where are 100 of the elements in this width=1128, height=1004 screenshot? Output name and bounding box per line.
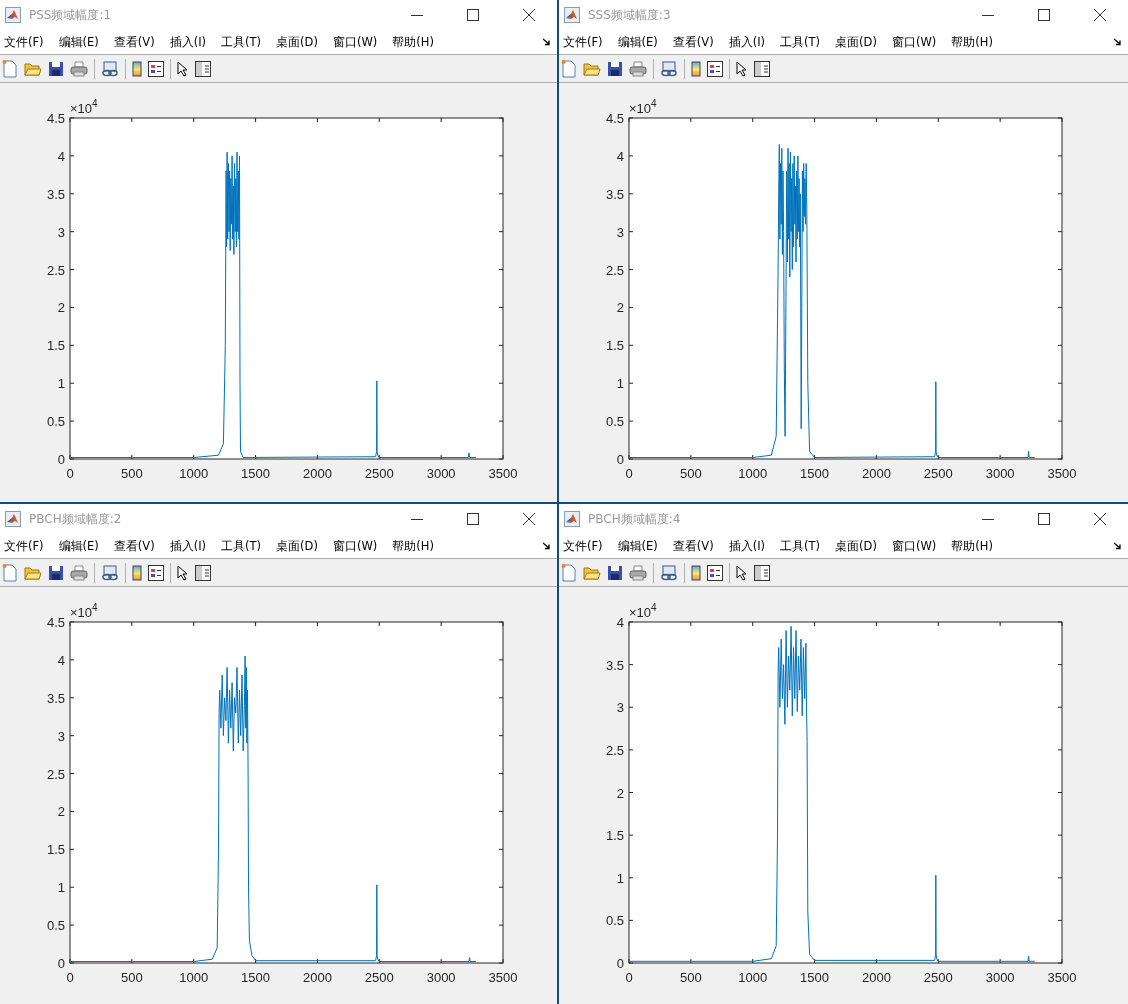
menu-item[interactable]: 帮助(H) xyxy=(392,538,434,554)
colorbar-icon[interactable] xyxy=(132,60,142,77)
link-icon[interactable] xyxy=(660,564,678,581)
new-file-icon[interactable] xyxy=(561,59,577,78)
menu-item[interactable]: 帮助(H) xyxy=(951,538,993,554)
menu-item[interactable]: 文件(F) xyxy=(563,34,603,50)
menu-item[interactable]: 插入(I) xyxy=(169,538,207,554)
tick-label: 3000 xyxy=(985,466,1015,481)
tick-label: 3 xyxy=(57,224,65,240)
tick-label: 4.5 xyxy=(605,111,624,126)
menu-item[interactable]: 工具(T) xyxy=(221,538,262,554)
property-panel-icon[interactable] xyxy=(195,564,211,581)
save-icon[interactable] xyxy=(607,564,623,581)
maximize-icon[interactable] xyxy=(1038,9,1050,21)
pointer-icon[interactable] xyxy=(736,564,748,581)
menu-item[interactable]: 窗口(W) xyxy=(891,538,937,554)
tick-label: 2 xyxy=(616,300,624,316)
open-folder-icon[interactable] xyxy=(583,564,601,581)
menu-item[interactable]: 桌面(D) xyxy=(276,34,318,50)
menu-item[interactable]: 帮助(H) xyxy=(951,34,993,50)
menu-item[interactable]: 查看(V) xyxy=(672,538,714,554)
legend-icon[interactable] xyxy=(148,60,164,77)
pointer-icon[interactable] xyxy=(177,60,189,77)
link-icon[interactable] xyxy=(101,564,119,581)
maximize-icon[interactable] xyxy=(1038,513,1050,525)
menu-item[interactable]: 查看(V) xyxy=(113,538,155,554)
menu-item[interactable]: 插入(I) xyxy=(728,538,766,554)
tick-label: 4.5 xyxy=(46,111,65,126)
menu-item[interactable]: 文件(F) xyxy=(4,34,44,50)
open-folder-icon[interactable] xyxy=(583,60,601,77)
menu-item[interactable]: 窗口(W) xyxy=(891,34,937,50)
window-title: PSS频域幅度:1 xyxy=(29,6,112,24)
menu-item[interactable]: 文件(F) xyxy=(563,538,603,554)
tick-label: 1 xyxy=(57,376,65,392)
save-icon[interactable] xyxy=(48,564,64,581)
menu-item[interactable]: 帮助(H) xyxy=(392,34,434,50)
menu-item[interactable]: 工具(T) xyxy=(221,34,262,50)
dock-arrow-icon[interactable] xyxy=(1114,38,1122,46)
axis-multiplier: ×10$^{4}$ xyxy=(70,98,98,116)
open-folder-icon[interactable] xyxy=(24,60,42,77)
menu-item[interactable]: 编辑(E) xyxy=(58,34,99,50)
legend-icon[interactable] xyxy=(707,564,723,581)
menu-item[interactable]: 编辑(E) xyxy=(617,34,658,50)
link-icon[interactable] xyxy=(101,60,119,77)
dock-arrow-icon[interactable] xyxy=(543,38,551,46)
save-icon[interactable] xyxy=(48,60,64,77)
menu-item[interactable]: 窗口(W) xyxy=(332,538,378,554)
menu-item[interactable]: 窗口(W) xyxy=(332,34,378,50)
legend-icon[interactable] xyxy=(707,60,723,77)
tick-label: 1000 xyxy=(179,466,209,481)
maximize-icon[interactable] xyxy=(467,9,479,21)
tick-label: 2 xyxy=(616,785,624,801)
tick-label: 2.5 xyxy=(605,742,624,758)
pointer-icon[interactable] xyxy=(736,60,748,77)
menu-item[interactable]: 桌面(D) xyxy=(835,34,877,50)
tick-label: 3000 xyxy=(426,466,456,481)
close-icon[interactable] xyxy=(523,513,535,525)
colorbar-icon[interactable] xyxy=(691,60,701,77)
property-panel-icon[interactable] xyxy=(754,564,770,581)
menu-item[interactable]: 编辑(E) xyxy=(58,538,99,554)
new-file-icon[interactable] xyxy=(2,59,18,78)
menu-item[interactable]: 工具(T) xyxy=(780,538,821,554)
dock-arrow-icon[interactable] xyxy=(543,542,551,550)
tick-label: 2000 xyxy=(861,466,891,481)
tick-label: 2000 xyxy=(861,970,891,985)
menu-item[interactable]: 文件(F) xyxy=(4,538,44,554)
save-icon[interactable] xyxy=(607,60,623,77)
axis-multiplier: ×10$^{4}$ xyxy=(629,98,657,116)
new-file-icon[interactable] xyxy=(561,563,577,582)
tick-label: 2.5 xyxy=(46,262,65,278)
property-panel-icon[interactable] xyxy=(754,60,770,77)
print-icon[interactable] xyxy=(70,564,88,581)
property-panel-icon[interactable] xyxy=(195,60,211,77)
new-file-icon[interactable] xyxy=(2,563,18,582)
colorbar-icon[interactable] xyxy=(691,564,701,581)
menu-item[interactable]: 编辑(E) xyxy=(617,538,658,554)
menu-item[interactable]: 查看(V) xyxy=(672,34,714,50)
menu-item[interactable]: 桌面(D) xyxy=(835,538,877,554)
maximize-icon[interactable] xyxy=(467,513,479,525)
tick-label: 1.5 xyxy=(46,842,65,858)
close-icon[interactable] xyxy=(1094,9,1106,21)
tick-label: 0 xyxy=(625,970,633,985)
print-icon[interactable] xyxy=(70,60,88,77)
menu-item[interactable]: 插入(I) xyxy=(728,34,766,50)
menu-item[interactable]: 插入(I) xyxy=(169,34,207,50)
open-folder-icon[interactable] xyxy=(24,564,42,581)
link-icon[interactable] xyxy=(660,60,678,77)
print-icon[interactable] xyxy=(629,60,647,77)
close-icon[interactable] xyxy=(1094,513,1106,525)
pointer-icon[interactable] xyxy=(177,564,189,581)
dock-arrow-icon[interactable] xyxy=(1114,542,1122,550)
menu-item[interactable]: 查看(V) xyxy=(113,34,155,50)
menu-item[interactable]: 桌面(D) xyxy=(276,538,318,554)
tick-label: 2000 xyxy=(302,466,332,481)
colorbar-icon[interactable] xyxy=(132,564,142,581)
print-icon[interactable] xyxy=(629,564,647,581)
close-icon[interactable] xyxy=(523,9,535,21)
legend-icon[interactable] xyxy=(148,564,164,581)
menu-item[interactable]: 工具(T) xyxy=(780,34,821,50)
tick-label: 3 xyxy=(616,700,624,716)
